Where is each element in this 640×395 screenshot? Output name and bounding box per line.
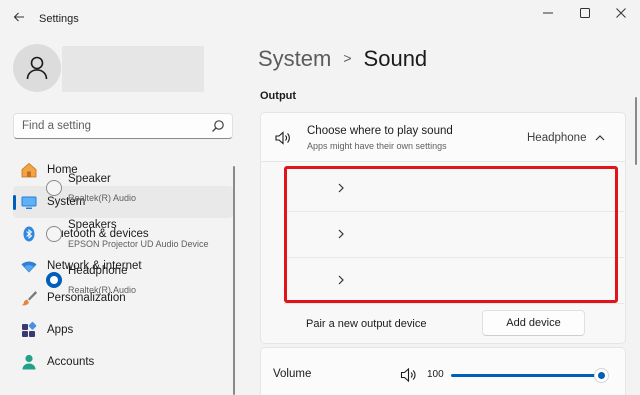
breadcrumb-separator: > xyxy=(343,50,352,66)
title-bar: Settings xyxy=(0,0,640,36)
device-detail: Realtek(R) Audio xyxy=(68,193,137,203)
output-device-speakers[interactable]: Speakers EPSON Projector UD Audio Device xyxy=(26,212,352,258)
volume-value: 100 xyxy=(427,369,444,380)
volume-card: Volume 100 xyxy=(260,347,626,395)
breadcrumb-parent[interactable]: System xyxy=(258,46,331,72)
person-icon xyxy=(26,56,48,80)
sidebar-item-label: Accounts xyxy=(47,356,95,368)
arrow-left-icon xyxy=(13,12,24,22)
sidebar-item-apps[interactable]: Apps xyxy=(13,314,233,346)
volume-slider-thumb[interactable] xyxy=(594,368,609,383)
device-name: Speaker xyxy=(68,173,111,185)
page-title: Sound xyxy=(363,46,428,71)
volume-slider-track[interactable] xyxy=(451,374,603,377)
chevron-right-icon[interactable] xyxy=(335,182,347,194)
radio-button-selected[interactable] xyxy=(46,272,62,288)
search-icon xyxy=(212,120,224,132)
search-box[interactable] xyxy=(13,113,233,139)
output-device-selector[interactable]: Choose where to play sound Apps might ha… xyxy=(260,112,626,162)
divider xyxy=(284,303,624,304)
profile-name-redacted xyxy=(62,46,204,92)
device-name: Headphone xyxy=(68,265,128,277)
minimize-button[interactable] xyxy=(535,4,561,22)
radio-button[interactable] xyxy=(46,226,62,242)
avatar[interactable] xyxy=(13,44,61,92)
apps-icon xyxy=(20,321,38,339)
device-detail: Realtek(R) Audio xyxy=(68,285,137,295)
speaker-icon xyxy=(275,131,290,145)
volume-label: Volume xyxy=(273,368,312,380)
add-device-button[interactable]: Add device xyxy=(482,310,585,336)
maximize-icon xyxy=(580,8,590,18)
sidebar-item-accounts[interactable]: Accounts xyxy=(13,346,233,378)
back-button[interactable] xyxy=(8,6,30,28)
app-title: Settings xyxy=(39,13,79,25)
chevron-right-icon[interactable] xyxy=(335,228,347,240)
output-subtitle: Apps might have their own settings xyxy=(307,141,447,151)
section-title-output: Output xyxy=(260,90,297,102)
speaker-icon[interactable] xyxy=(400,367,418,383)
pair-device-label: Pair a new output device xyxy=(306,318,427,330)
chevron-up-icon[interactable] xyxy=(594,132,606,144)
minimize-icon xyxy=(543,12,553,14)
output-device-headphone[interactable]: Headphone Realtek(R) Audio xyxy=(26,258,352,304)
maximize-button[interactable] xyxy=(572,4,598,22)
output-title: Choose where to play sound xyxy=(307,125,453,137)
breadcrumb: System > Sound xyxy=(258,46,427,72)
chevron-right-icon[interactable] xyxy=(335,274,347,286)
device-detail: EPSON Projector UD Audio Device xyxy=(68,239,209,249)
close-button[interactable] xyxy=(608,4,634,22)
output-device-speaker[interactable]: Speaker Realtek(R) Audio xyxy=(26,166,352,212)
close-icon xyxy=(616,8,626,18)
sidebar-item-label: Apps xyxy=(47,324,74,336)
device-name: Speakers xyxy=(68,219,117,231)
output-current-value: Headphone xyxy=(527,132,587,144)
radio-button[interactable] xyxy=(46,180,62,196)
person-icon xyxy=(20,353,38,371)
search-input[interactable] xyxy=(14,114,209,138)
main-scrollbar[interactable] xyxy=(635,97,637,165)
